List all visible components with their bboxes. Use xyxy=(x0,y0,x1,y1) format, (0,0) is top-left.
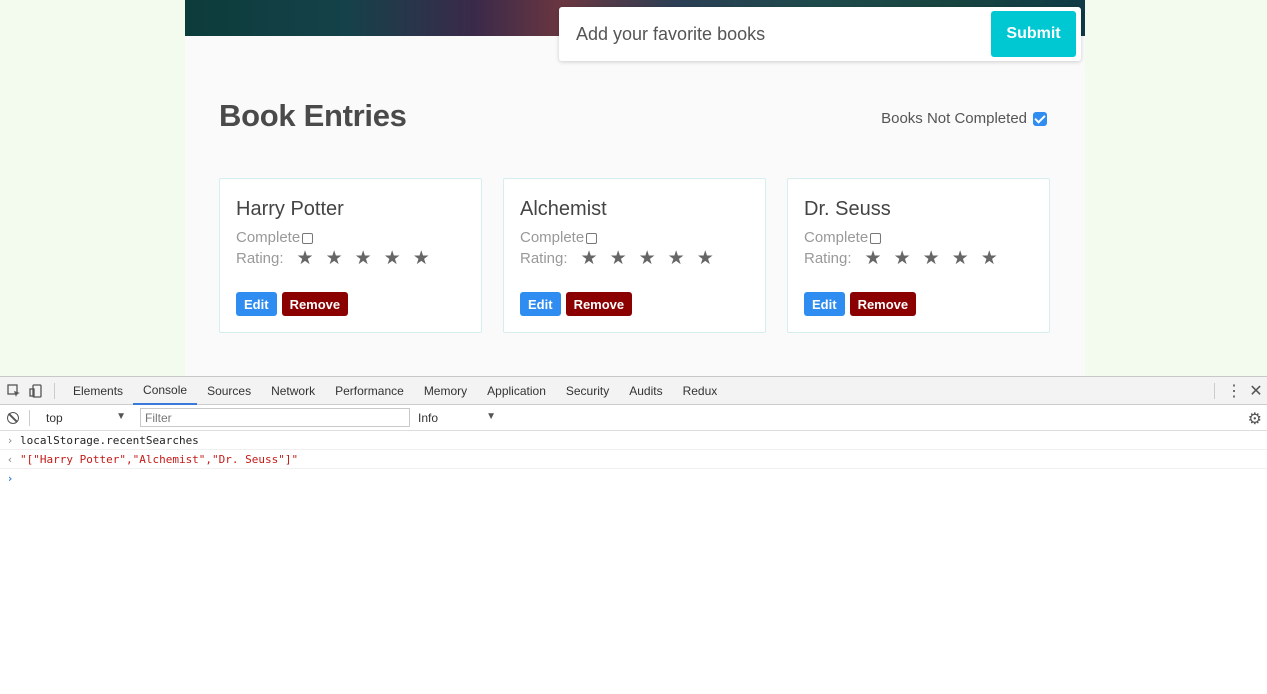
console-prompt-line[interactable]: › xyxy=(0,469,1267,488)
star-icon[interactable]: ★ xyxy=(610,249,627,268)
complete-label: Complete xyxy=(236,229,301,246)
rating-row: Rating: ★ ★ ★ ★ ★ xyxy=(236,249,430,268)
submit-button[interactable]: Submit xyxy=(991,11,1076,57)
tab-sources[interactable]: Sources xyxy=(197,377,261,405)
log-level-value: Info xyxy=(418,410,439,425)
context-value: top xyxy=(46,410,63,425)
prompt-chevron-icon: › xyxy=(6,472,14,485)
books-not-completed-filter[interactable]: Books Not Completed xyxy=(881,110,1047,127)
input-chevron-icon: › xyxy=(6,433,14,447)
app-viewport: Submit Book Entries Books Not Completed … xyxy=(0,0,1267,376)
tab-performance[interactable]: Performance xyxy=(325,377,414,405)
log-level-select[interactable]: Info ▼ xyxy=(418,411,496,425)
edit-button[interactable]: Edit xyxy=(804,292,845,316)
star-rating: ★ ★ ★ ★ ★ xyxy=(581,249,714,268)
star-icon[interactable]: ★ xyxy=(639,249,656,268)
tab-network[interactable]: Network xyxy=(261,377,325,405)
star-icon[interactable]: ★ xyxy=(384,249,401,268)
console-toolbar: top ▼ Info ▼ ⚙ xyxy=(0,405,1267,431)
context-select[interactable]: top ▼ xyxy=(46,411,126,425)
complete-checkbox[interactable] xyxy=(870,233,882,244)
star-icon[interactable]: ★ xyxy=(581,249,598,268)
rating-row: Rating: ★ ★ ★ ★ ★ xyxy=(520,249,714,268)
console-result: "["Harry Potter","Alchemist","Dr. Seuss"… xyxy=(20,452,299,466)
star-icon[interactable]: ★ xyxy=(413,249,430,268)
complete-row: Complete xyxy=(236,229,314,246)
rating-row: Rating: ★ ★ ★ ★ ★ xyxy=(804,249,998,268)
remove-button[interactable]: Remove xyxy=(281,292,349,316)
device-toolbar-icon[interactable] xyxy=(28,383,44,399)
book-card: Dr. Seuss Complete Rating: ★ ★ ★ ★ ★ Edi… xyxy=(787,178,1050,333)
complete-checkbox[interactable] xyxy=(586,233,598,244)
book-search-input[interactable] xyxy=(559,7,989,61)
console-filter-input[interactable] xyxy=(140,408,410,427)
tab-elements[interactable]: Elements xyxy=(63,377,133,405)
book-title: Harry Potter xyxy=(236,198,344,220)
edit-button[interactable]: Edit xyxy=(236,292,277,316)
book-card-list: Harry Potter Complete Rating: ★ ★ ★ ★ ★ xyxy=(219,178,1050,333)
filter-checkbox[interactable] xyxy=(1033,111,1047,126)
devtools-panel: Elements Console Sources Network Perform… xyxy=(0,376,1267,694)
tab-memory[interactable]: Memory xyxy=(414,377,477,405)
tab-audits[interactable]: Audits xyxy=(619,377,672,405)
book-card: Harry Potter Complete Rating: ★ ★ ★ ★ ★ xyxy=(219,178,482,333)
remove-button[interactable]: Remove xyxy=(565,292,633,316)
dropdown-arrow-icon: ▼ xyxy=(116,410,126,422)
tab-application[interactable]: Application xyxy=(477,377,556,405)
rating-label: Rating: xyxy=(236,250,284,267)
star-icon[interactable]: ★ xyxy=(297,249,314,268)
kebab-menu-icon[interactable]: ⋮ xyxy=(1223,381,1245,401)
toolbar-divider xyxy=(1214,383,1215,399)
star-icon[interactable]: ★ xyxy=(326,249,343,268)
complete-row: Complete xyxy=(804,229,882,246)
star-icon[interactable]: ★ xyxy=(952,249,969,268)
remove-button[interactable]: Remove xyxy=(849,292,917,316)
inspect-element-icon[interactable] xyxy=(6,383,22,399)
star-icon[interactable]: ★ xyxy=(355,249,372,268)
star-rating: ★ ★ ★ ★ ★ xyxy=(865,249,998,268)
tab-security[interactable]: Security xyxy=(556,377,619,405)
card-actions: Edit Remove xyxy=(236,292,349,316)
clear-console-icon[interactable] xyxy=(7,411,19,424)
complete-label: Complete xyxy=(520,229,585,246)
card-actions: Edit Remove xyxy=(520,292,633,316)
console-result-line: ‹ "["Harry Potter","Alchemist","Dr. Seus… xyxy=(0,450,1267,469)
book-title: Alchemist xyxy=(520,198,607,220)
console-command: localStorage.recentSearches xyxy=(20,433,199,447)
complete-label: Complete xyxy=(804,229,869,246)
dropdown-arrow-icon: ▼ xyxy=(486,410,496,422)
star-icon[interactable]: ★ xyxy=(697,249,714,268)
edit-button[interactable]: Edit xyxy=(520,292,561,316)
page-container: Submit Book Entries Books Not Completed … xyxy=(185,0,1085,376)
star-icon[interactable]: ★ xyxy=(894,249,911,268)
search-bar: Submit xyxy=(559,7,1081,61)
toolbar-divider xyxy=(54,382,55,399)
star-icon[interactable]: ★ xyxy=(981,249,998,268)
book-card: Alchemist Complete Rating: ★ ★ ★ ★ ★ Edi… xyxy=(503,178,766,333)
result-chevron-icon: ‹ xyxy=(6,452,14,466)
tab-redux[interactable]: Redux xyxy=(673,377,728,405)
filter-label: Books Not Completed xyxy=(881,110,1027,127)
gear-icon[interactable]: ⚙ xyxy=(1248,409,1262,429)
tab-console[interactable]: Console xyxy=(133,377,198,405)
complete-checkbox[interactable] xyxy=(302,233,314,244)
complete-row: Complete xyxy=(520,229,598,246)
book-title: Dr. Seuss xyxy=(804,198,891,220)
close-icon[interactable]: ✕ xyxy=(1245,381,1267,401)
rating-label: Rating: xyxy=(804,250,852,267)
toolbar-divider xyxy=(29,409,30,426)
console-output: › localStorage.recentSearches ‹ "["Harry… xyxy=(0,431,1267,488)
card-actions: Edit Remove xyxy=(804,292,917,316)
console-input-line: › localStorage.recentSearches xyxy=(0,431,1267,450)
star-icon[interactable]: ★ xyxy=(865,249,882,268)
star-icon[interactable]: ★ xyxy=(923,249,940,268)
devtools-tab-bar: Elements Console Sources Network Perform… xyxy=(0,377,1267,405)
rating-label: Rating: xyxy=(520,250,568,267)
star-rating: ★ ★ ★ ★ ★ xyxy=(297,249,430,268)
devtools-window-controls: ⋮ ✕ xyxy=(1204,377,1267,405)
page-title: Book Entries xyxy=(219,98,407,133)
star-icon[interactable]: ★ xyxy=(668,249,685,268)
